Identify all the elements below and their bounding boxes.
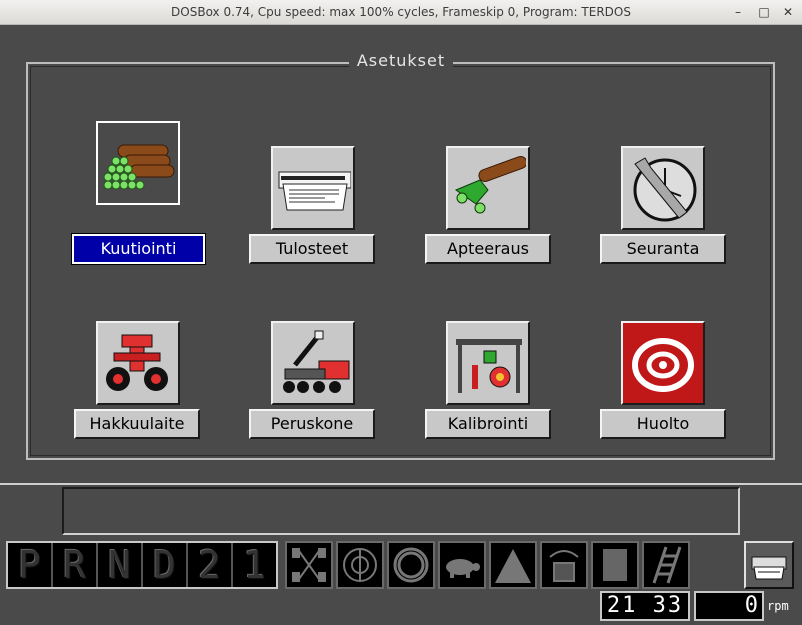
menu-label-hakkuulaite[interactable]: Hakkuulaite <box>74 409 200 439</box>
axle-icon[interactable] <box>285 541 333 589</box>
menu-label-tulosteet[interactable]: Tulosteet <box>249 234 375 264</box>
menu-label-seuranta[interactable]: Seuranta <box>600 234 726 264</box>
clock-display: 21 33 <box>600 591 690 621</box>
gear-2: 2 <box>188 543 233 587</box>
gear-d: D <box>143 543 188 587</box>
cabin-rotate-icon[interactable] <box>540 541 588 589</box>
menu-label-kalibrointi[interactable]: Kalibrointi <box>425 409 551 439</box>
road-icon[interactable] <box>489 541 537 589</box>
printer-icon[interactable] <box>744 541 794 589</box>
calibration-icon[interactable] <box>446 321 530 405</box>
steering-icon[interactable] <box>336 541 384 589</box>
separator <box>0 483 802 485</box>
turtle-icon[interactable] <box>438 541 486 589</box>
circle-icon[interactable] <box>387 541 435 589</box>
gear-indicator: P R N D 2 1 <box>6 541 278 589</box>
log-pile-icon[interactable] <box>96 121 180 205</box>
minimize-button[interactable]: – <box>731 5 745 19</box>
bucking-icon[interactable] <box>446 146 530 230</box>
window-titlebar: DOSBox 0.74, Cpu speed: max 100% cycles,… <box>0 0 802 25</box>
menu-label-apteeraus[interactable]: Apteeraus <box>425 234 551 264</box>
rpm-unit: rpm <box>767 599 789 613</box>
gear-1: 1 <box>243 543 266 587</box>
harvester-head-icon[interactable] <box>96 321 180 405</box>
window-title: DOSBox 0.74, Cpu speed: max 100% cycles,… <box>171 5 631 19</box>
close-button[interactable]: ✕ <box>781 5 795 19</box>
gear-p: P <box>8 543 53 587</box>
message-box <box>62 487 740 535</box>
gear-n: N <box>98 543 143 587</box>
panel-title-wrap: Asetukset <box>0 51 802 73</box>
service-icon[interactable] <box>621 321 705 405</box>
printout-icon[interactable] <box>271 146 355 230</box>
cabin-icon[interactable] <box>591 541 639 589</box>
menu-label-huolto[interactable]: Huolto <box>600 409 726 439</box>
dos-screen: Asetukset Kuutiointi Tulosteet Apteeraus… <box>0 25 802 625</box>
clock-wrench-icon[interactable] <box>621 146 705 230</box>
gear-r: R <box>53 543 98 587</box>
base-machine-icon[interactable] <box>271 321 355 405</box>
maximize-button[interactable]: □ <box>757 5 771 19</box>
menu-label-kuutiointi[interactable]: Kuutiointi <box>71 233 206 265</box>
panel-title: Asetukset <box>348 51 454 70</box>
ladder-icon[interactable] <box>642 541 690 589</box>
menu-label-peruskone[interactable]: Peruskone <box>249 409 375 439</box>
rpm-display: 0 <box>694 591 764 621</box>
